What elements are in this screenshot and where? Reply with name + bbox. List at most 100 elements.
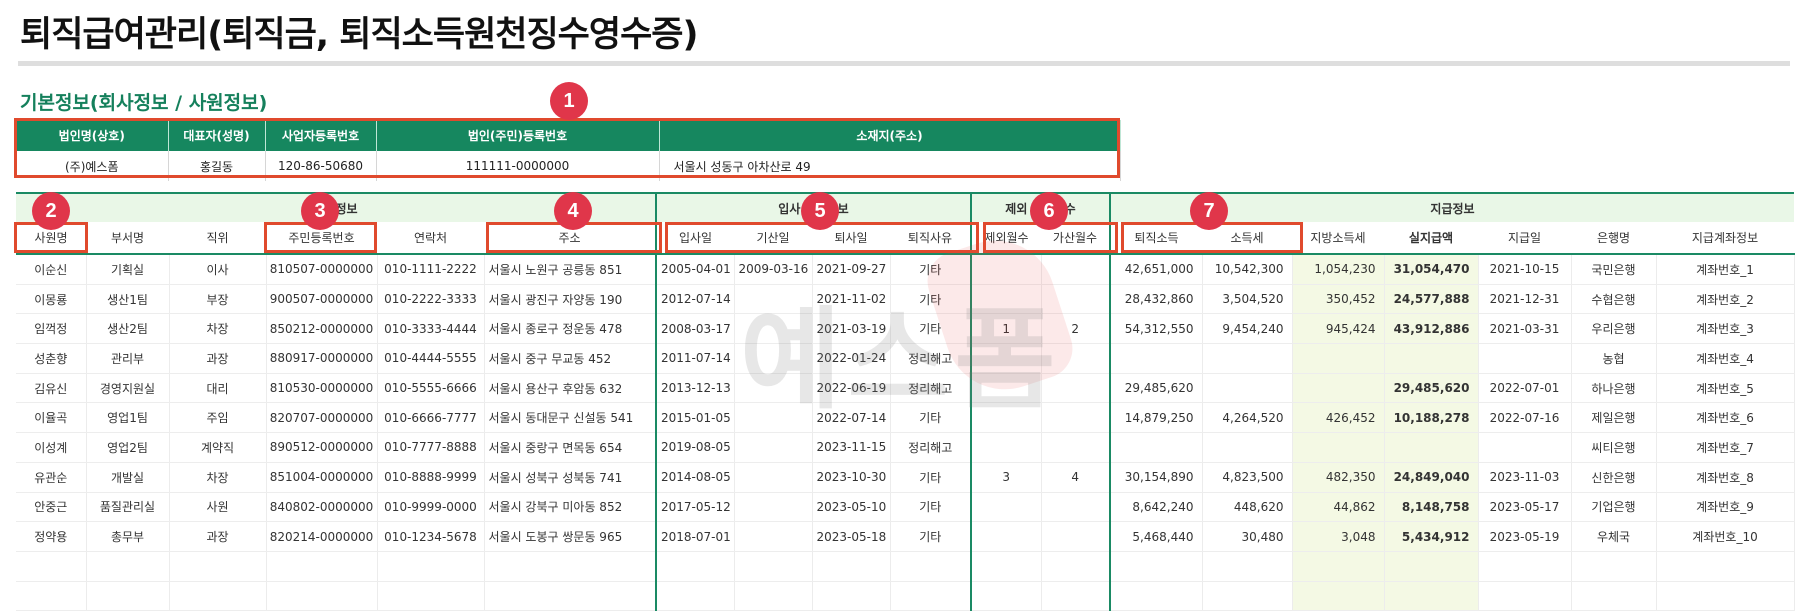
cell-pay-date[interactable]: 2023-11-03 [1478, 462, 1572, 493]
cell-phone[interactable]: 010-9999-0000 [377, 492, 485, 523]
cell-phone[interactable]: 010-7777-8888 [377, 432, 485, 463]
cell-base-date[interactable] [734, 462, 813, 493]
cell-leave-reason[interactable]: 기타 [890, 462, 972, 493]
cell-income-tax[interactable]: 4,264,520 [1202, 402, 1293, 434]
cell-department[interactable]: 개발실 [86, 462, 170, 493]
cell-local-tax[interactable]: 482,350 [1292, 462, 1385, 493]
cell-employee-name[interactable]: 임꺽정 [16, 313, 87, 345]
cell-phone[interactable]: 010-5555-6666 [377, 373, 485, 404]
cell-excluded-months[interactable] [971, 551, 1042, 582]
cell-bank[interactable]: 우리은행 [1571, 313, 1657, 345]
cell-department[interactable]: 기획실 [86, 254, 170, 285]
cell-phone[interactable] [377, 581, 485, 611]
cell-net-pay[interactable]: 24,577,888 [1384, 284, 1479, 315]
cell-leave-date[interactable]: 2023-05-10 [812, 492, 891, 523]
cell-join-date[interactable]: 2019-08-05 [656, 432, 735, 463]
cell-position[interactable]: 차장 [169, 462, 267, 493]
cell-employee-name[interactable]: 정약용 [16, 521, 87, 552]
cell-position[interactable]: 이사 [169, 254, 267, 285]
cell-position[interactable]: 부장 [169, 284, 267, 315]
cell-added-months[interactable] [1041, 402, 1111, 434]
cell-leave-date[interactable]: 2023-11-15 [812, 432, 891, 463]
cell-employee-name[interactable]: 이율곡 [16, 402, 87, 434]
cell-address[interactable] [484, 581, 657, 611]
cell-excluded-months[interactable]: 3 [971, 462, 1042, 493]
column-header-bank[interactable]: 은행명 [1571, 222, 1656, 255]
cell-income-tax[interactable] [1202, 373, 1293, 404]
cell-net-pay[interactable]: 43,912,886 [1384, 313, 1479, 345]
cell-added-months[interactable] [1041, 373, 1111, 404]
cell-employee-name[interactable]: 유관순 [16, 462, 87, 493]
cell-excluded-months[interactable] [971, 492, 1042, 523]
cell-local-tax[interactable] [1292, 581, 1385, 611]
cell-excluded-months[interactable] [971, 254, 1042, 285]
cell-pay-date[interactable] [1478, 551, 1572, 582]
cell-added-months[interactable]: 4 [1041, 462, 1111, 493]
cell-position[interactable]: 계약직 [169, 432, 267, 463]
cell-local-tax[interactable]: 945,424 [1292, 313, 1385, 345]
cell-address[interactable]: 서울시 광진구 자양동 190 [484, 284, 657, 315]
column-header-account[interactable]: 지급계좌정보 [1656, 222, 1794, 255]
cell-added-months[interactable] [1041, 432, 1111, 463]
cell-leave-reason[interactable]: 정리해고 [890, 373, 972, 404]
cell-join-date[interactable]: 2014-08-05 [656, 462, 735, 493]
cell-excluded-months[interactable] [971, 373, 1042, 404]
cell-account[interactable]: 계좌번호_7 [1656, 432, 1795, 463]
cell-local-tax[interactable]: 1,054,230 [1292, 254, 1385, 285]
cell-employee-name[interactable]: 이몽룡 [16, 284, 87, 315]
cell-join-date[interactable] [656, 551, 735, 582]
cell-join-date[interactable] [656, 581, 735, 611]
cell-pay-date[interactable] [1478, 343, 1572, 374]
cell-net-pay[interactable]: 10,188,278 [1384, 402, 1479, 434]
cell-net-pay[interactable]: 24,849,040 [1384, 462, 1479, 493]
cell-resident-number[interactable]: 810530-0000000 [266, 373, 378, 404]
cell-leave-reason[interactable] [890, 551, 972, 582]
cell-join-date[interactable]: 2017-05-12 [656, 492, 735, 523]
cell-pay-date[interactable]: 2022-07-16 [1478, 402, 1572, 434]
cell-leave-reason[interactable] [890, 581, 972, 611]
cell-department[interactable]: 생산2팀 [86, 313, 170, 345]
cell-position[interactable] [169, 581, 267, 611]
column-header-pay-date[interactable]: 지급일 [1478, 222, 1571, 255]
cell-employee-name[interactable]: 안중근 [16, 492, 87, 523]
cell-employee-name[interactable]: 성춘향 [16, 343, 87, 374]
cell-resident-number[interactable] [266, 581, 378, 611]
cell-account[interactable] [1656, 551, 1795, 582]
cell-address[interactable]: 서울시 용산구 후암동 632 [484, 373, 657, 404]
cell-join-date[interactable]: 2005-04-01 [656, 254, 735, 285]
cell-join-date[interactable]: 2008-03-17 [656, 313, 735, 345]
column-header-department[interactable]: 부서명 [86, 222, 169, 255]
cell-employee-name[interactable]: 김유신 [16, 373, 87, 404]
cell-address[interactable] [484, 551, 657, 582]
cell-retirement-income[interactable]: 42,651,000 [1110, 254, 1203, 285]
cell-added-months[interactable] [1041, 521, 1111, 552]
cell-retirement-income[interactable] [1110, 432, 1203, 463]
cell-income-tax[interactable] [1202, 581, 1293, 611]
cell-address[interactable]: 서울시 중랑구 면목동 654 [484, 432, 657, 463]
cell-net-pay[interactable]: 29,485,620 [1384, 373, 1479, 404]
cell-added-months[interactable] [1041, 284, 1111, 315]
cell-leave-date[interactable]: 2022-01-24 [812, 343, 891, 374]
cell-net-pay[interactable]: 31,054,470 [1384, 254, 1479, 285]
cell-income-tax[interactable] [1202, 343, 1293, 374]
cell-retirement-income[interactable]: 8,642,240 [1110, 492, 1203, 523]
cell-phone[interactable]: 010-6666-7777 [377, 402, 485, 434]
cell-resident-number[interactable]: 810507-0000000 [266, 254, 378, 285]
cell-retirement-income[interactable]: 28,432,860 [1110, 284, 1203, 315]
cell-account[interactable]: 계좌번호_9 [1656, 492, 1795, 523]
cell-leave-reason[interactable]: 기타 [890, 402, 972, 434]
cell-local-tax[interactable] [1292, 432, 1385, 463]
cell-resident-number[interactable]: 900507-0000000 [266, 284, 378, 315]
cell-phone[interactable]: 010-1234-5678 [377, 521, 485, 552]
cell-department[interactable]: 영업1팀 [86, 402, 170, 434]
cell-pay-date[interactable]: 2022-07-01 [1478, 373, 1572, 404]
cell-employee-name[interactable] [16, 581, 87, 611]
cell-account[interactable] [1656, 581, 1795, 611]
cell-address[interactable]: 서울시 동대문구 신설동 541 [484, 402, 657, 434]
cell-resident-number[interactable]: 851004-0000000 [266, 462, 378, 493]
cell-account[interactable]: 계좌번호_5 [1656, 373, 1795, 404]
cell-department[interactable] [86, 551, 170, 582]
cell-base-date[interactable] [734, 551, 813, 582]
cell-leave-date[interactable]: 2022-07-14 [812, 402, 891, 434]
cell-net-pay[interactable] [1384, 432, 1479, 463]
